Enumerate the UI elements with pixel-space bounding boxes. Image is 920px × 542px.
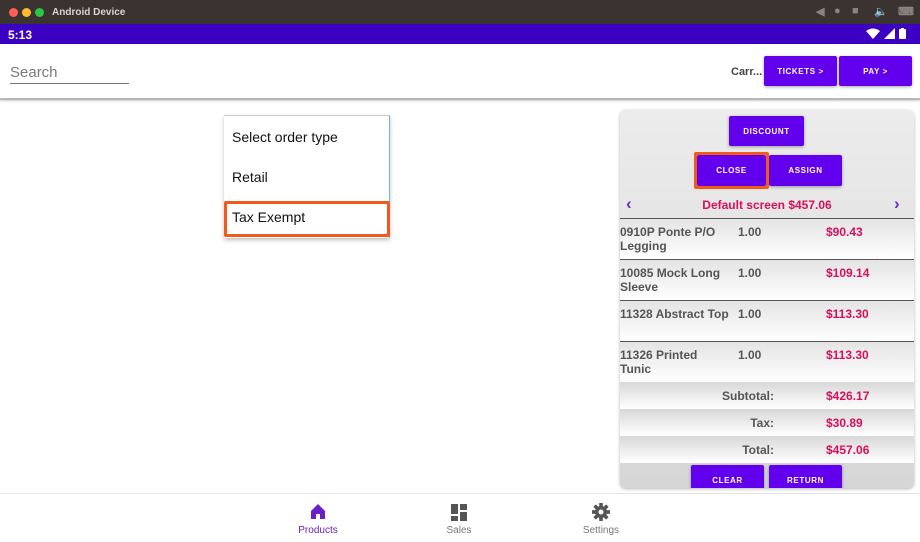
clear-button[interactable]: CLEAR — [691, 465, 764, 488]
cart-item-row[interactable]: 11326 Printed Tunic 1.00 $113.30 — [620, 341, 914, 382]
total-value: $457.06 — [826, 443, 870, 457]
cart-item-row[interactable]: 10085 Mock Long Sleeve 1.00 $109.14 — [620, 259, 914, 300]
close-button-highlight — [694, 152, 769, 189]
status-time: 5:13 — [8, 28, 33, 42]
bottom-navigation: Products Sales Settings — [0, 493, 920, 542]
tax-label: Tax: — [750, 416, 774, 430]
subtotal-label: Subtotal: — [722, 389, 774, 403]
pay-button[interactable]: PAY > — [839, 56, 912, 86]
search-input[interactable] — [10, 62, 129, 84]
nav-products[interactable]: Products — [278, 502, 358, 536]
carrier-label[interactable]: Carr... — [731, 66, 762, 78]
return-button[interactable]: RETURN — [769, 465, 842, 488]
signal-icon — [884, 28, 895, 39]
item-price: $90.43 — [826, 225, 863, 239]
minimize-window-icon[interactable] — [22, 8, 31, 17]
battery-icon — [899, 28, 906, 39]
maximize-window-icon[interactable] — [35, 8, 44, 17]
dashboard-icon — [451, 504, 467, 521]
item-price: $113.30 — [826, 348, 869, 362]
item-price: $109.14 — [826, 266, 870, 280]
screen-name: Default screen $457.06 — [702, 198, 832, 212]
nav-sales-label: Sales — [446, 525, 472, 536]
item-qty: 1.00 — [738, 225, 762, 239]
cart-item-row[interactable]: 0910P Ponte P/O Legging 1.00 $90.43 — [620, 218, 914, 259]
gear-icon — [592, 503, 610, 521]
home-icon — [311, 504, 325, 519]
close-window-icon[interactable] — [9, 8, 18, 17]
item-price: $113.30 — [826, 307, 869, 321]
home-icon[interactable]: ● — [834, 5, 841, 19]
tax-row: Tax: $30.89 — [620, 409, 914, 436]
item-name: 11326 Printed Tunic — [620, 348, 698, 376]
window-titlebar: Android Device ◀ ● ■ 🔈 ⌨ — [0, 0, 920, 24]
wifi-icon — [866, 28, 880, 39]
volume-icon[interactable]: 🔈 — [874, 5, 888, 19]
subtotal-row: Subtotal: $426.17 — [620, 382, 914, 409]
order-type-option-retail[interactable]: Retail — [232, 169, 268, 185]
overview-icon[interactable]: ■ — [852, 5, 859, 19]
nav-products-label: Products — [298, 525, 338, 536]
tickets-button[interactable]: TICKETS > — [764, 56, 837, 86]
assign-button[interactable]: ASSIGN — [769, 155, 842, 186]
tax-value: $30.89 — [826, 416, 863, 430]
back-icon[interactable]: ◀ — [816, 5, 824, 19]
subtotal-value: $426.17 — [826, 389, 870, 403]
item-qty: 1.00 — [738, 348, 762, 362]
keyboard-icon[interactable]: ⌨ — [898, 5, 914, 19]
cart-item-row[interactable]: 11328 Abstract Top 1.00 $113.30 — [620, 300, 914, 341]
top-app-bar: Carr... TICKETS > PAY > — [0, 44, 920, 100]
item-qty: 1.00 — [738, 266, 762, 280]
status-bar: 5:13 — [0, 24, 920, 44]
next-screen-arrow-icon[interactable]: › — [894, 194, 900, 214]
item-qty: 1.00 — [738, 307, 762, 321]
item-name: 11328 Abstract Top — [620, 307, 729, 321]
nav-settings[interactable]: Settings — [561, 502, 641, 536]
discount-button[interactable]: DISCOUNT — [729, 116, 804, 146]
window-title: Android Device — [52, 7, 126, 18]
item-name: 10085 Mock Long Sleeve — [620, 266, 721, 294]
order-type-option[interactable]: Select order type — [232, 129, 338, 145]
nav-settings-label: Settings — [582, 525, 620, 536]
item-name: 0910P Ponte P/O Legging — [620, 225, 716, 253]
total-row: Total: $457.06 — [620, 436, 914, 463]
nav-sales[interactable]: Sales — [419, 502, 499, 536]
tax-exempt-highlight — [224, 201, 390, 237]
total-label: Total: — [742, 443, 774, 457]
